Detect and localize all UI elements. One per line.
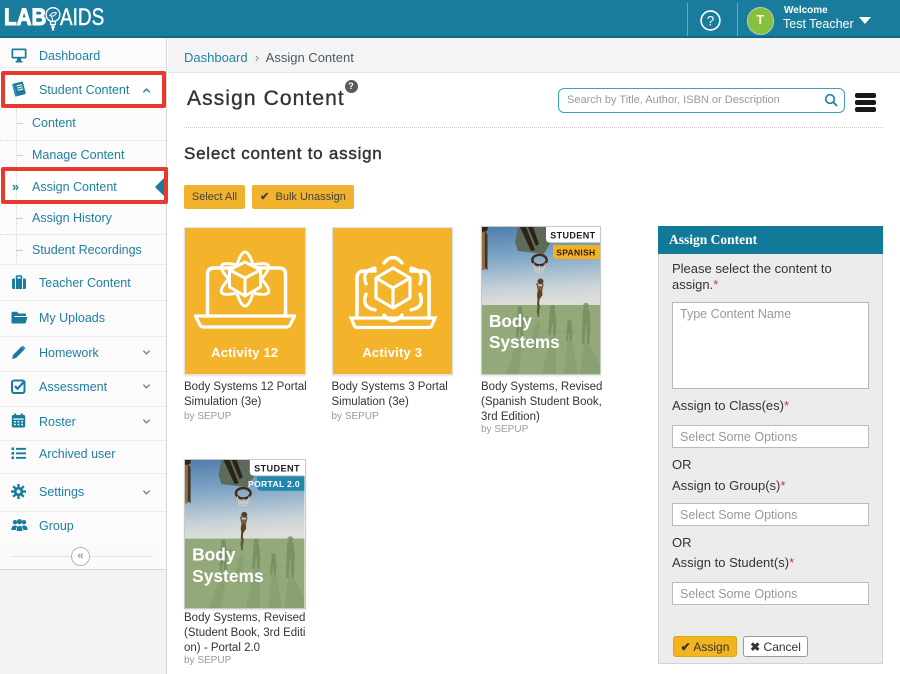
svg-text:STUDENT: STUDENT bbox=[254, 463, 300, 473]
svg-text:Systems: Systems bbox=[489, 332, 560, 352]
svg-text:Body: Body bbox=[192, 544, 236, 564]
svg-text:STUDENT: STUDENT bbox=[550, 231, 595, 241]
svg-text:Body: Body bbox=[489, 311, 532, 331]
svg-text:PORTAL 2.0: PORTAL 2.0 bbox=[248, 479, 300, 489]
svg-text:SPANISH: SPANISH bbox=[556, 248, 595, 258]
svg-text:Systems: Systems bbox=[192, 565, 264, 585]
svg-text:?: ? bbox=[707, 14, 715, 29]
